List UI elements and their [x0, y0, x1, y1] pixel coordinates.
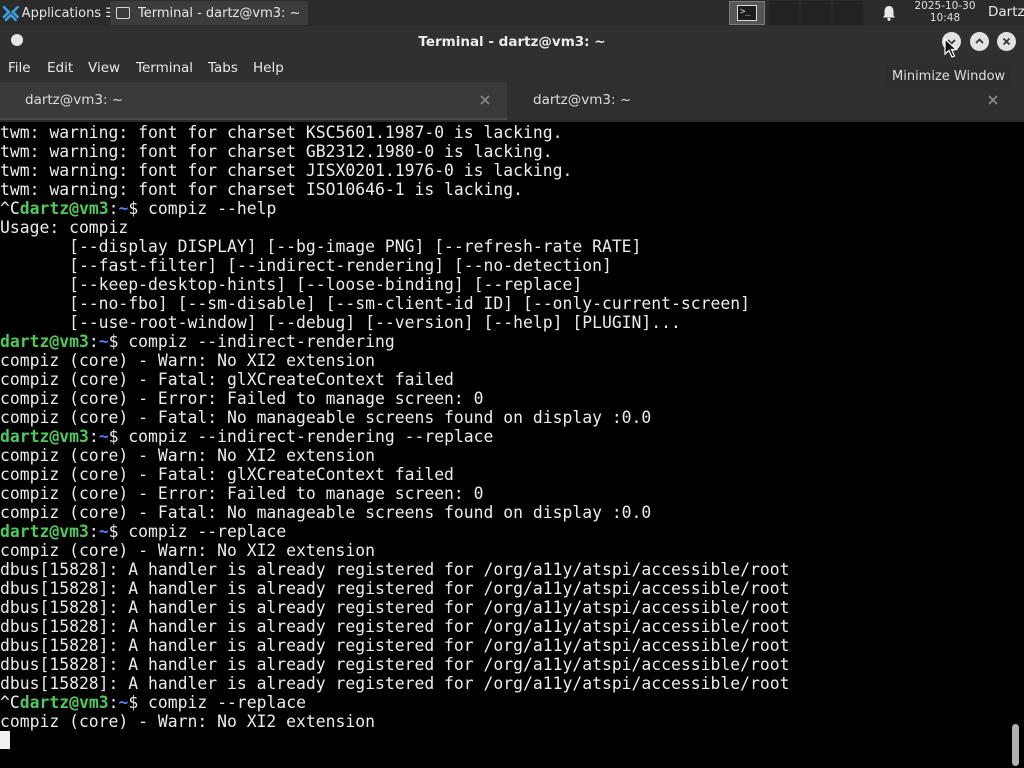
tab-label: dartz@vm3: ~ — [25, 92, 124, 108]
text-cursor — [0, 731, 10, 749]
maximize-button[interactable] — [970, 32, 989, 51]
prompt-colon: : — [108, 199, 119, 218]
interrupt-marker: ^C — [0, 199, 20, 218]
prompt-path: ~ — [118, 199, 129, 218]
user-menu[interactable]: Dartz — [988, 4, 1024, 20]
window-title: Terminal - dartz@vm3: ~ — [418, 34, 606, 50]
terminal-output-line: compiz (core) - Warn: No XI2 extension — [0, 712, 375, 731]
taskbar-button-terminal[interactable]: Terminal - dartz@vm3: ~ — [110, 1, 308, 25]
prompt-colon: : — [88, 522, 99, 541]
prompt-user-host: dartz@vm3 — [0, 427, 89, 446]
scrollbar-thumb[interactable] — [1012, 724, 1019, 766]
clock[interactable]: 2025-10-30 10:48 — [906, 0, 984, 24]
chevron-up-icon — [975, 38, 984, 44]
menu-terminal[interactable]: Terminal — [136, 60, 193, 76]
prompt-user-host: dartz@vm3 — [0, 332, 89, 351]
terminal-prompt-line: ^Cdartz@vm3:~$ compiz --replace — [0, 693, 1008, 712]
menu-edit[interactable]: Edit — [47, 60, 73, 76]
terminal-output-line: compiz (core) - Error: Failed to manage … — [0, 389, 484, 408]
applications-menu[interactable]: Applications ☰ — [0, 0, 110, 26]
terminal-window-icon: >_ — [737, 5, 757, 21]
applications-label: Applications ☰ — [21, 5, 110, 21]
prompt-command: $ compiz --help — [128, 199, 277, 218]
terminal-output-line: dbus[15828]: A handler is already regist… — [0, 560, 790, 579]
terminal-input-line[interactable] — [0, 731, 1008, 750]
menu-view[interactable]: View — [88, 60, 120, 76]
terminal-output-line: dbus[15828]: A handler is already regist… — [0, 655, 790, 674]
prompt-path: ~ — [98, 332, 109, 351]
prompt-colon: : — [88, 427, 99, 446]
terminal-output-line: compiz (core) - Fatal: No manageable scr… — [0, 408, 652, 427]
minimize-tooltip: Minimize Window — [886, 65, 1012, 89]
prompt-user-host: dartz@vm3 — [19, 199, 109, 218]
terminal-output-line: compiz (core) - Error: Failed to manage … — [0, 484, 484, 503]
terminal-output-line: twm: warning: font for charset JISX0201.… — [0, 161, 573, 180]
terminal-output-line: dbus[15828]: A handler is already regist… — [0, 617, 790, 636]
terminal-output-line: compiz (core) - Fatal: No manageable scr… — [0, 503, 652, 522]
tab-label: dartz@vm3: ~ — [533, 92, 632, 108]
tab-dartz-1[interactable]: dartz@vm3: ~ — [0, 82, 507, 120]
terminal-output-line: compiz (core) - Warn: No XI2 extension — [0, 351, 375, 370]
terminal-output-line: [--keep-desktop-hints] [--loose-binding]… — [0, 275, 583, 294]
terminal-output-line: Usage: compiz — [0, 218, 129, 237]
tab-close-icon[interactable] — [479, 94, 491, 106]
bell-icon[interactable] — [880, 4, 898, 22]
terminal-prompt-line: dartz@vm3:~$ compiz --indirect-rendering… — [0, 427, 1008, 446]
terminal-output-line: [--use-root-window] [--debug] [--version… — [0, 313, 681, 332]
terminal-output-line: twm: warning: font for charset ISO10646-… — [0, 180, 524, 199]
close-icon — [1002, 37, 1011, 46]
xfce-logo-icon — [2, 5, 19, 22]
prompt-colon: : — [88, 332, 99, 351]
workspace-4-button[interactable] — [833, 1, 863, 25]
terminal-output-line: twm: warning: font for charset GB2312.19… — [0, 142, 553, 161]
terminal-output-line: twm: warning: font for charset KSC5601.1… — [0, 123, 563, 142]
workspace-1-button[interactable]: >_ — [729, 1, 765, 25]
prompt-path: ~ — [118, 693, 129, 712]
scrollbar-track[interactable] — [1008, 122, 1024, 768]
top-panel: Applications ☰ Terminal - dartz@vm3: ~ >… — [0, 0, 1024, 26]
terminal-prompt-line: dartz@vm3:~$ compiz --indirect-rendering — [0, 332, 1008, 351]
menu-tabs[interactable]: Tabs — [208, 60, 238, 76]
terminal-output-line: dbus[15828]: A handler is already regist… — [0, 579, 790, 598]
prompt-user-host: dartz@vm3 — [0, 522, 89, 541]
terminal-output-line: [--no-fbo] [--sm-disable] [--sm-client-i… — [0, 294, 750, 313]
terminal-output-line: compiz (core) - Fatal: glXCreateContext … — [0, 465, 454, 484]
terminal-output[interactable]: twm: warning: font for charset KSC5601.1… — [0, 122, 1008, 768]
terminal-output-line: [--fast-filter] [--indirect-rendering] [… — [0, 256, 612, 275]
terminal-prompt-line: ^Cdartz@vm3:~$ compiz --help — [0, 199, 1008, 218]
terminal-output-line: compiz (core) - Warn: No XI2 extension — [0, 446, 375, 465]
prompt-command: $ compiz --replace — [128, 693, 306, 712]
mouse-pointer-icon — [944, 38, 958, 58]
terminal-output-line: dbus[15828]: A handler is already regist… — [0, 598, 790, 617]
clock-time: 10:48 — [929, 11, 961, 24]
terminal-output-line: compiz (core) - Fatal: glXCreateContext … — [0, 370, 454, 389]
terminal-output-line: compiz (core) - Warn: No XI2 extension — [0, 541, 375, 560]
taskbar-label: Terminal - dartz@vm3: ~ — [138, 5, 301, 21]
terminal-output-line: dbus[15828]: A handler is already regist… — [0, 636, 790, 655]
prompt-command: $ compiz --replace — [108, 522, 287, 541]
tab-close-icon[interactable] — [987, 94, 999, 106]
prompt-path: ~ — [98, 522, 109, 541]
menu-help[interactable]: Help — [253, 60, 284, 76]
menu-file[interactable]: File — [8, 60, 31, 76]
prompt-colon: : — [108, 693, 119, 712]
workspace-3-button[interactable] — [801, 1, 831, 25]
clock-date: 2025-10-30 — [914, 0, 976, 12]
terminal-output-line: [--display DISPLAY] [--bg-image PNG] [--… — [0, 237, 642, 256]
terminal-prompt-line: dartz@vm3:~$ compiz --replace — [0, 522, 1008, 541]
workspace-2-button[interactable] — [769, 1, 799, 25]
close-button[interactable] — [997, 32, 1016, 51]
prompt-path: ~ — [98, 427, 109, 446]
prompt-user-host: dartz@vm3 — [19, 693, 109, 712]
terminal-output-line: dbus[15828]: A handler is already regist… — [0, 674, 790, 693]
prompt-command: $ compiz --indirect-rendering --replace — [108, 427, 494, 446]
terminal-icon — [116, 7, 130, 19]
prompt-command: $ compiz --indirect-rendering — [108, 332, 395, 351]
interrupt-marker: ^C — [0, 693, 20, 712]
